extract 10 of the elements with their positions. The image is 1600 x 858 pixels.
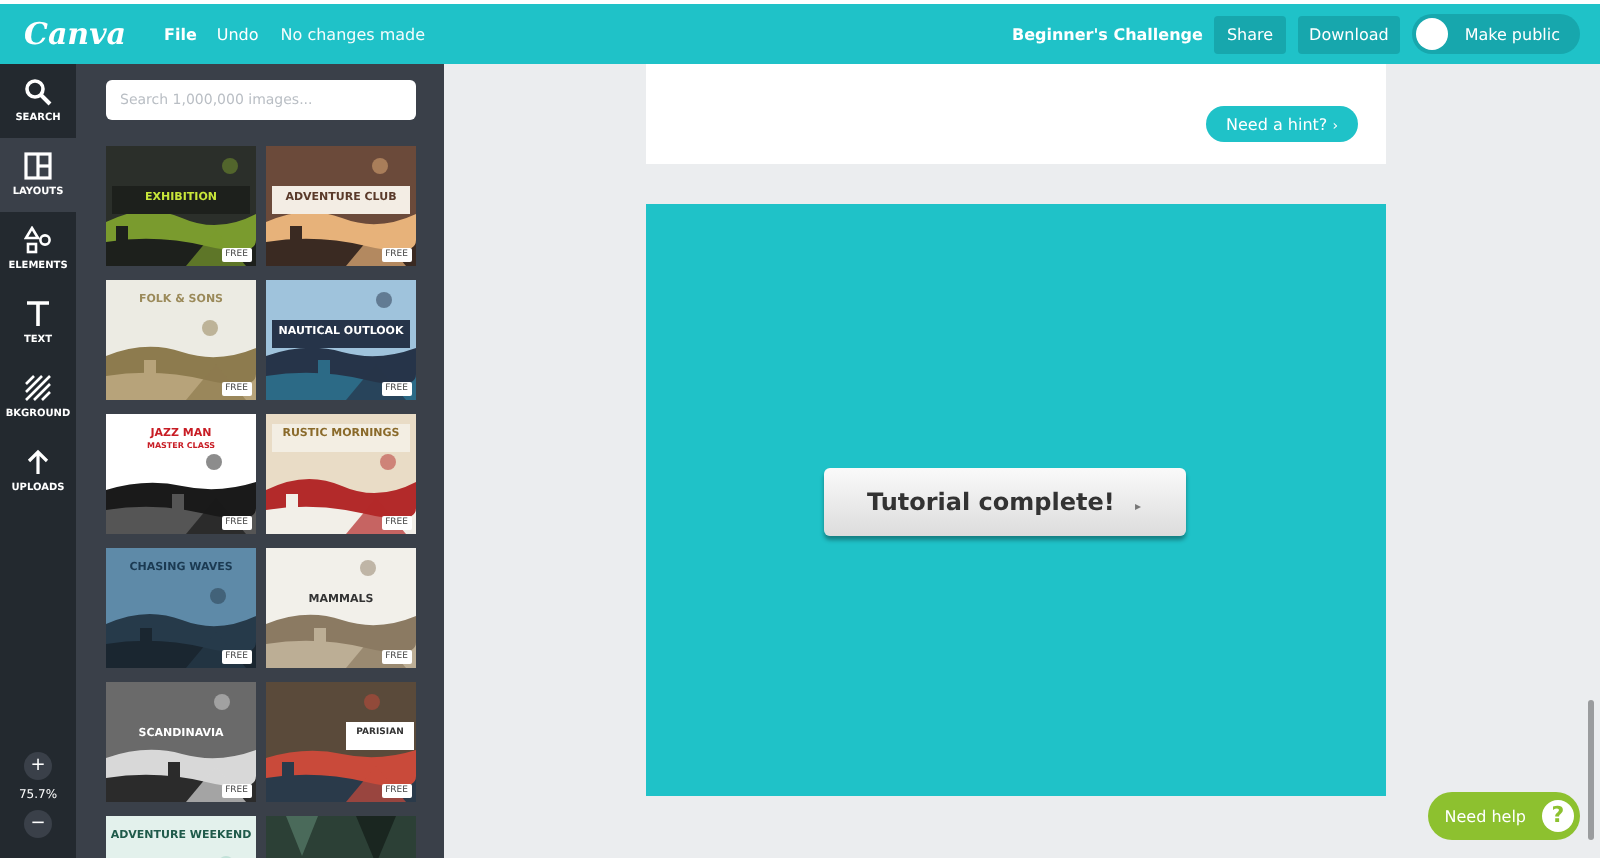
search-icon [24, 78, 52, 106]
zoom-out-button[interactable]: − [24, 810, 52, 838]
zoom-in-button[interactable]: + [24, 752, 52, 780]
stripes-icon [24, 374, 52, 402]
scrollbar[interactable] [1588, 700, 1594, 840]
layout-icon [24, 152, 52, 180]
text-icon [24, 300, 52, 328]
save-status: No changes made [280, 25, 426, 43]
up-arrow-icon [24, 448, 52, 476]
shapes-icon [24, 226, 52, 254]
